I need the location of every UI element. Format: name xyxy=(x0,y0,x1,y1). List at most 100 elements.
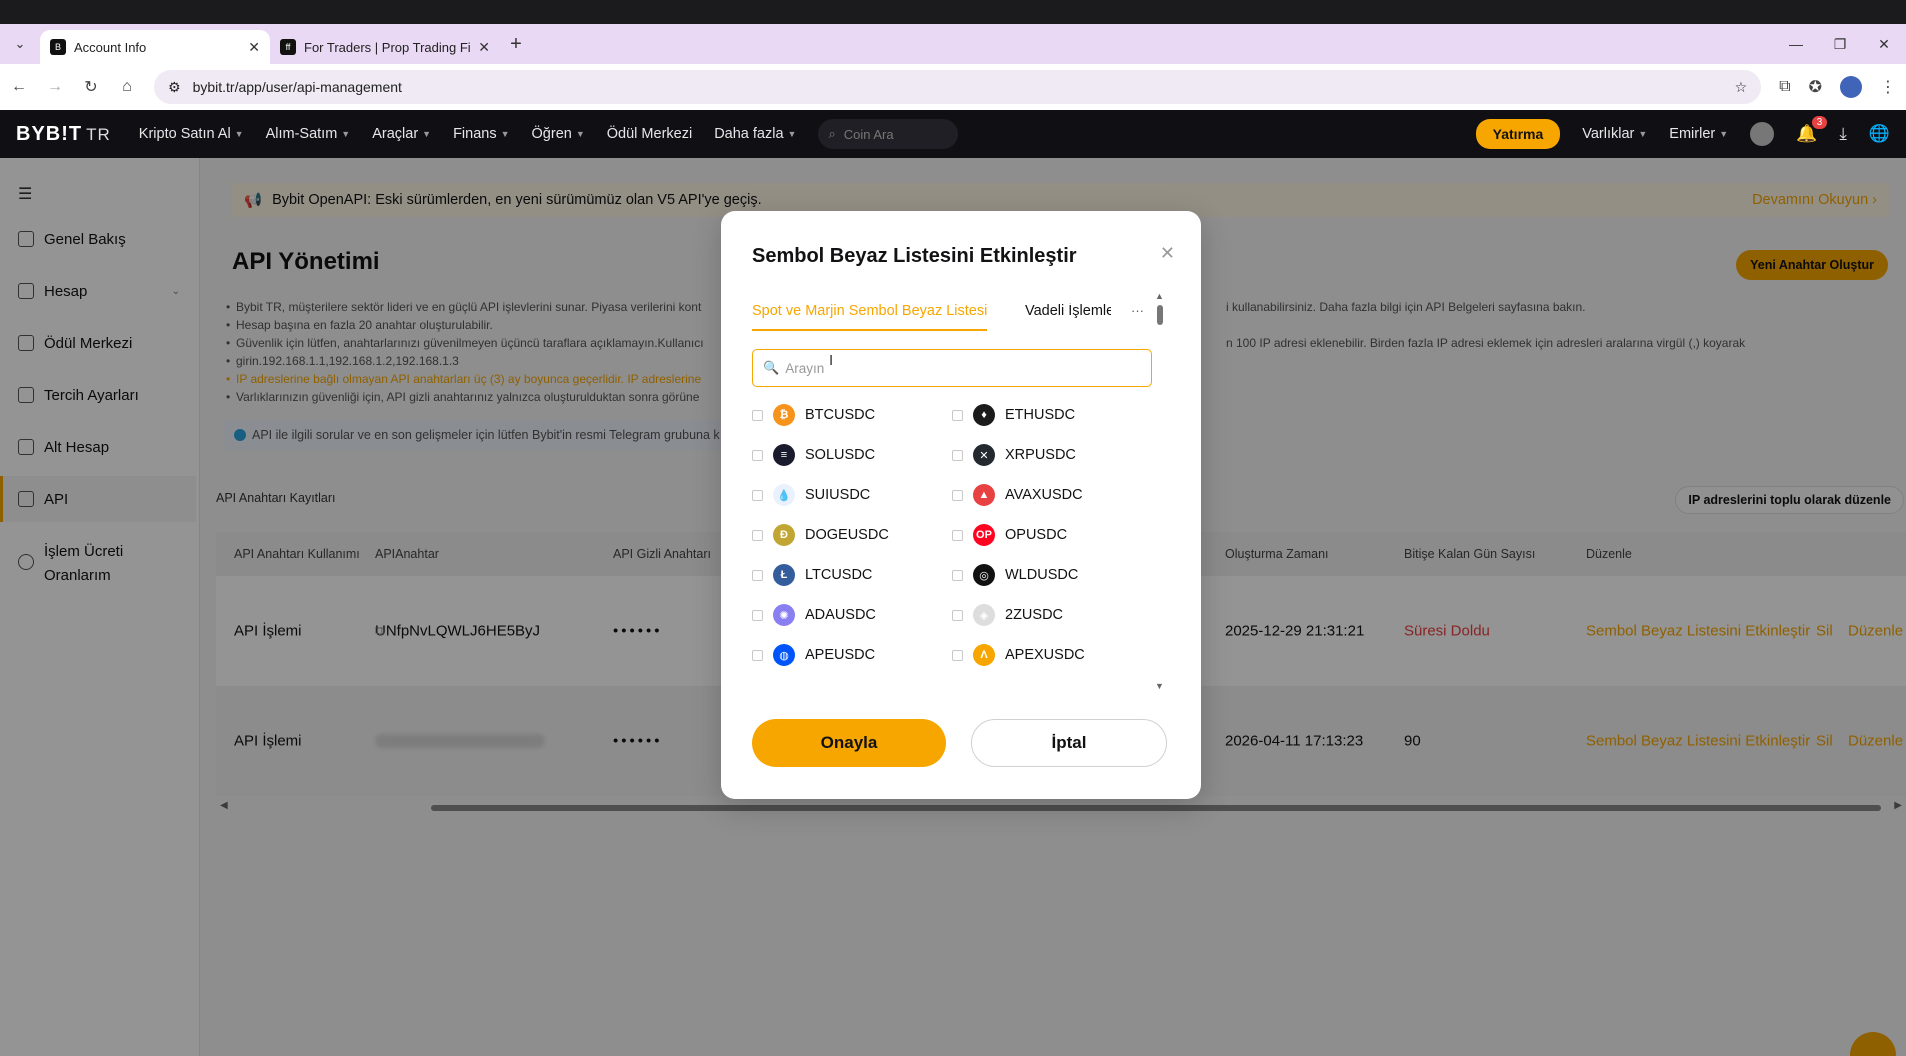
coin-item[interactable]: OP OPUSDC xyxy=(952,523,1067,547)
coin-item[interactable]: ◈ 2ZUSDC xyxy=(952,603,1063,627)
coin-checkbox[interactable] xyxy=(752,609,763,621)
coin-item[interactable]: Λ APEXUSDC xyxy=(952,643,1085,667)
user-avatar-icon[interactable] xyxy=(1750,122,1775,146)
close-icon[interactable]: ✕ xyxy=(1160,243,1175,264)
coin-search[interactable]: ⌕ Coin Ara xyxy=(818,119,959,149)
globe-icon[interactable]: 🌐 xyxy=(1869,124,1890,144)
tabs-more-icon[interactable]: ··· xyxy=(1131,303,1144,318)
chevron-down-icon: ▼ xyxy=(341,129,351,139)
coin-checkbox[interactable] xyxy=(952,449,963,461)
browser-tab-for-traders[interactable]: ff For Traders | Prop Trading Firm ✕ xyxy=(270,30,500,64)
tab-close-icon[interactable]: ✕ xyxy=(478,39,490,56)
new-tab-icon[interactable]: + xyxy=(500,33,532,56)
coin-item[interactable]: 💧 SUIUSDC xyxy=(752,483,870,507)
scroll-thumb[interactable] xyxy=(1157,305,1163,325)
coin-checkbox[interactable] xyxy=(752,649,763,661)
modal-title: Sembol Beyaz Listesini Etkinleştir xyxy=(752,245,1077,267)
coin-logo-icon: 💧 xyxy=(773,484,795,506)
profile-avatar-icon[interactable] xyxy=(1840,76,1862,98)
coin-logo-icon: ≡ xyxy=(773,444,795,466)
menu-assets[interactable]: Varlıklar ▼ xyxy=(1582,126,1647,142)
scroll-down-icon[interactable]: ▼ xyxy=(1155,681,1164,691)
browser-tabbar: ⌄ B Account Info ✕ ff For Traders | Prop… xyxy=(0,24,1906,64)
menu-orders[interactable]: Emirler ▼ xyxy=(1669,126,1728,142)
tab-close-icon[interactable]: ✕ xyxy=(248,39,260,56)
symbol-search-input[interactable] xyxy=(785,360,1141,376)
coin-checkbox[interactable] xyxy=(752,529,763,541)
symbol-search[interactable]: 🔍 xyxy=(752,349,1152,387)
coin-name: APEXUSDC xyxy=(1005,647,1085,663)
tab-spot-margin-whitelist[interactable]: Spot ve Marjin Sembol Beyaz Listesi xyxy=(752,303,988,331)
coin-checkbox[interactable] xyxy=(752,489,763,501)
download-icon[interactable]: ⤓ xyxy=(1839,124,1847,144)
chevron-down-icon: ▼ xyxy=(500,129,510,139)
menu-label: Varlıklar xyxy=(1582,126,1635,142)
browser-tab-account-info[interactable]: B Account Info ✕ xyxy=(40,30,270,64)
modal-vertical-scrollbar[interactable]: ▲ ▼ xyxy=(1155,291,1165,691)
restore-icon[interactable]: ❐ xyxy=(1818,24,1862,64)
tab-futures-whitelist[interactable]: Vadeli İşlemler xyxy=(1025,303,1111,319)
coin-item[interactable]: ◎ WLDUSDC xyxy=(952,563,1078,587)
menu-more[interactable]: Daha fazla ▼ xyxy=(714,126,796,142)
search-icon: ⌕ xyxy=(828,126,836,141)
menu-trade[interactable]: Alım-Satım ▼ xyxy=(266,126,351,142)
coin-item[interactable]: Ł LTCUSDC xyxy=(752,563,872,587)
back-icon[interactable]: ← xyxy=(10,78,28,96)
favorites-icon[interactable]: ✪ xyxy=(1809,77,1822,97)
reload-icon[interactable]: ↻ xyxy=(82,77,100,97)
coin-checkbox[interactable] xyxy=(752,409,763,421)
coin-checkbox[interactable] xyxy=(952,529,963,541)
browser-menu-icon[interactable]: ⋮ xyxy=(1880,77,1896,97)
coin-checkbox[interactable] xyxy=(752,449,763,461)
coin-item[interactable]: ≡ SOLUSDC xyxy=(752,443,875,467)
chevron-down-icon: ▼ xyxy=(1638,129,1648,139)
coin-item[interactable]: Ð DOGEUSDC xyxy=(752,523,889,547)
coin-checkbox[interactable] xyxy=(952,489,963,501)
coin-logo-icon: Λ xyxy=(973,644,995,666)
scroll-up-icon[interactable]: ▲ xyxy=(1155,291,1164,301)
header-right: Yatırma Varlıklar ▼ Emirler ▼ 🔔 3 ⤓ 🌐 xyxy=(1475,116,1890,149)
coin-name: APEUSDC xyxy=(805,647,876,663)
window-close-icon[interactable]: ✕ xyxy=(1862,24,1906,64)
tab-search-chevron-icon[interactable]: ⌄ xyxy=(0,24,40,64)
minimize-icon[interactable]: — xyxy=(1774,24,1818,64)
coin-checkbox[interactable] xyxy=(952,569,963,581)
menu-tools[interactable]: Araçlar ▼ xyxy=(372,126,431,142)
forward-icon[interactable]: → xyxy=(46,78,64,96)
coin-item[interactable]: ✕ XRPUSDC xyxy=(952,443,1076,467)
home-icon[interactable]: ⌂ xyxy=(118,78,136,96)
bybit-logo[interactable]: BYB!T TR xyxy=(16,123,111,146)
menu-label: Ödül Merkezi xyxy=(606,126,693,142)
coin-item[interactable]: ♦ ETHUSDC xyxy=(952,403,1075,427)
menu-rewards[interactable]: Ödül Merkezi xyxy=(607,126,692,142)
notification-bell-icon[interactable]: 🔔 3 xyxy=(1796,116,1828,144)
coin-checkbox[interactable] xyxy=(952,649,963,661)
bookmark-star-icon[interactable]: ☆ xyxy=(1735,79,1748,96)
coin-checkbox[interactable] xyxy=(952,609,963,621)
menu-finance[interactable]: Finans ▼ xyxy=(453,126,509,142)
coin-checkbox[interactable] xyxy=(752,569,763,581)
coin-checkbox[interactable] xyxy=(952,409,963,421)
site-info-icon[interactable]: ⚙ xyxy=(168,79,181,96)
notification-badge: 3 xyxy=(1811,116,1828,129)
coin-item[interactable]: ✺ ADAUSDC xyxy=(752,603,876,627)
coin-item[interactable]: ◍ APEUSDC xyxy=(752,643,875,667)
extensions-icon[interactable]: ⧉ xyxy=(1779,78,1790,96)
menu-learn[interactable]: Öğren ▼ xyxy=(532,126,585,142)
menu-label: Araçlar xyxy=(372,126,419,142)
chevron-down-icon: ▼ xyxy=(575,129,585,139)
coin-list: ₿ BTCUSDC ♦ ETHUSDC ≡ SOLUSDC ✕ XRPUSDC 💧 SUIUSDC… xyxy=(752,399,1152,673)
coin-item[interactable]: ▲ AVAXUSDC xyxy=(952,483,1083,507)
deposit-button[interactable]: Yatırma xyxy=(1475,119,1561,149)
cancel-button[interactable]: İptal xyxy=(971,719,1167,767)
coin-logo-icon: Ð xyxy=(773,524,795,546)
confirm-button[interactable]: Onayla xyxy=(752,719,946,767)
omnibox[interactable]: ⚙ bybit.tr/app/user/api-management ☆ xyxy=(154,70,1762,104)
coin-logo-icon: ✺ xyxy=(773,604,795,626)
coin-name: AVAXUSDC xyxy=(1005,487,1083,503)
menu-buy-crypto[interactable]: Kripto Satın Al ▼ xyxy=(139,126,244,142)
coin-item[interactable]: ₿ BTCUSDC xyxy=(752,403,875,427)
chevron-down-icon: ▼ xyxy=(787,129,797,139)
tab-title: Account Info xyxy=(74,39,147,55)
logo-suffix: TR xyxy=(86,124,111,144)
